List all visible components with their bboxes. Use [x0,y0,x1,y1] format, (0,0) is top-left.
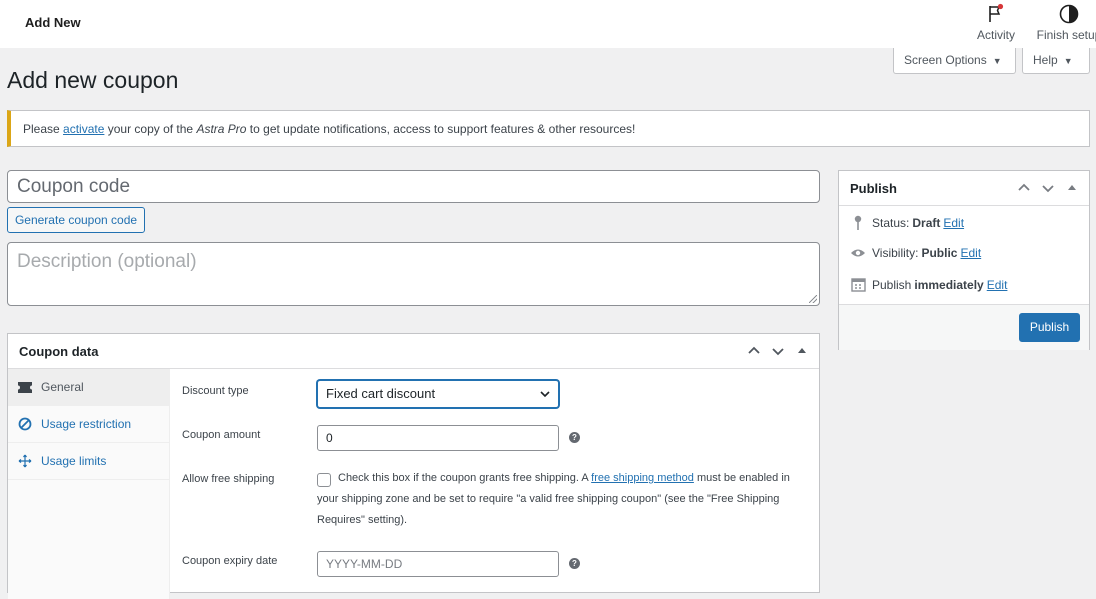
license-notice: Please activate your copy of the Astra P… [7,110,1090,147]
help-tip-icon[interactable]: ? [569,558,580,569]
activate-link[interactable]: activate [63,122,104,136]
publish-value: immediately [914,277,984,292]
chevron-up-icon[interactable] [1015,179,1033,197]
breadcrumb: Add New [25,15,81,30]
status-value: Draft [912,216,941,230]
coupon-amount-label: Coupon amount [182,429,261,441]
coupon-data-title: Coupon data [19,344,99,359]
box-handles [745,342,811,360]
top-header: Add New Activity Finish setup [0,0,1096,48]
help-tip-icon[interactable]: ? [569,432,580,443]
product-name: Astra Pro [196,122,247,136]
expiry-date-label: Coupon expiry date [182,555,278,567]
activity-button[interactable]: Activity [975,3,1017,42]
publish-date-row: Publish immediately Edit [849,277,1007,292]
free-shipping-method-link[interactable]: free shipping method [591,472,694,484]
coupon-code-input[interactable]: Coupon code [7,170,820,203]
tab-label: General [41,380,84,394]
chevron-down-icon[interactable] [769,342,787,360]
tab-usage-limits[interactable]: Usage limits [8,443,169,480]
visibility-label: Visibility: [872,246,919,260]
coupon-data-box: Coupon data General Usage restriction Us… [7,333,820,599]
publish-box-title: Publish [850,181,897,196]
tab-label: Usage limits [41,454,107,468]
visibility-value: Public [921,246,958,260]
coupon-amount-input[interactable]: 0 [317,425,559,451]
chevron-up-icon[interactable] [745,342,763,360]
page-title: Add new coupon [7,67,179,93]
publish-label: Publish [872,277,912,292]
resize-handle-icon[interactable] [809,295,817,303]
free-shipping-description: Check this box if the coupon grants free… [317,468,807,531]
screen-options-button[interactable]: Screen Options ▼ [893,48,1016,74]
status-row: Status: Draft Edit [849,215,964,231]
calendar-icon [849,277,867,292]
screen-options-label: Screen Options [904,53,987,67]
publish-box: Publish Status: Draft Edit Visibility: Publ… [838,170,1090,350]
block-icon [17,417,33,431]
collapse-toggle-icon[interactable] [1063,179,1081,197]
pin-icon [849,215,867,231]
generate-coupon-code-button[interactable]: Generate coupon code [7,207,145,233]
free-shipping-text: Check this box if the coupon grants free… [338,472,592,484]
free-shipping-label: Allow free shipping [182,473,275,485]
eye-icon [849,247,867,259]
edit-publish-date-link[interactable]: Edit [987,278,1008,292]
publish-actions: Publish [839,304,1089,350]
help-button[interactable]: Help ▼ [1022,48,1090,74]
description-textarea[interactable]: Description (optional) [7,242,820,306]
discount-type-value: Fixed cart discount [326,386,436,401]
help-label: Help [1033,53,1058,67]
collapse-toggle-icon[interactable] [793,342,811,360]
flag-icon [989,3,1004,22]
tab-label: Usage restriction [41,417,132,431]
coupon-data-tabs: General Usage restriction Usage limits [8,369,170,599]
discount-type-select[interactable]: Fixed cart discount [317,380,559,408]
finish-setup-button[interactable]: Finish setup [1034,3,1096,42]
notice-text: Please [23,122,64,136]
caret-down-icon: ▼ [1063,56,1073,66]
box-handles [1015,179,1081,197]
half-circle-icon [1059,4,1079,24]
expiry-date-input[interactable]: YYYY-MM-DD [317,551,559,577]
publish-button[interactable]: Publish [1019,313,1080,342]
chevron-down-icon[interactable] [1039,179,1057,197]
tab-usage-restriction[interactable]: Usage restriction [8,406,169,443]
finish-setup-label: Finish setup [1036,28,1096,42]
tab-general[interactable]: General [8,369,169,406]
status-label: Status: [872,216,910,230]
arrows-icon [17,454,33,468]
edit-visibility-link[interactable]: Edit [960,246,981,260]
notice-text: your copy of the [104,122,197,136]
publish-box-header: Publish [839,171,1089,206]
ticket-icon [17,381,33,393]
chevron-down-icon [538,387,552,404]
discount-type-label: Discount type [182,385,249,397]
coupon-data-header: Coupon data [8,334,819,369]
visibility-row: Visibility: Public Edit [849,246,981,260]
activity-label: Activity [976,28,1015,42]
notice-text: to get update notifications, access to s… [246,122,636,136]
edit-status-link[interactable]: Edit [943,216,964,230]
caret-down-icon: ▼ [992,56,1002,66]
description-placeholder: Description (optional) [17,251,197,272]
